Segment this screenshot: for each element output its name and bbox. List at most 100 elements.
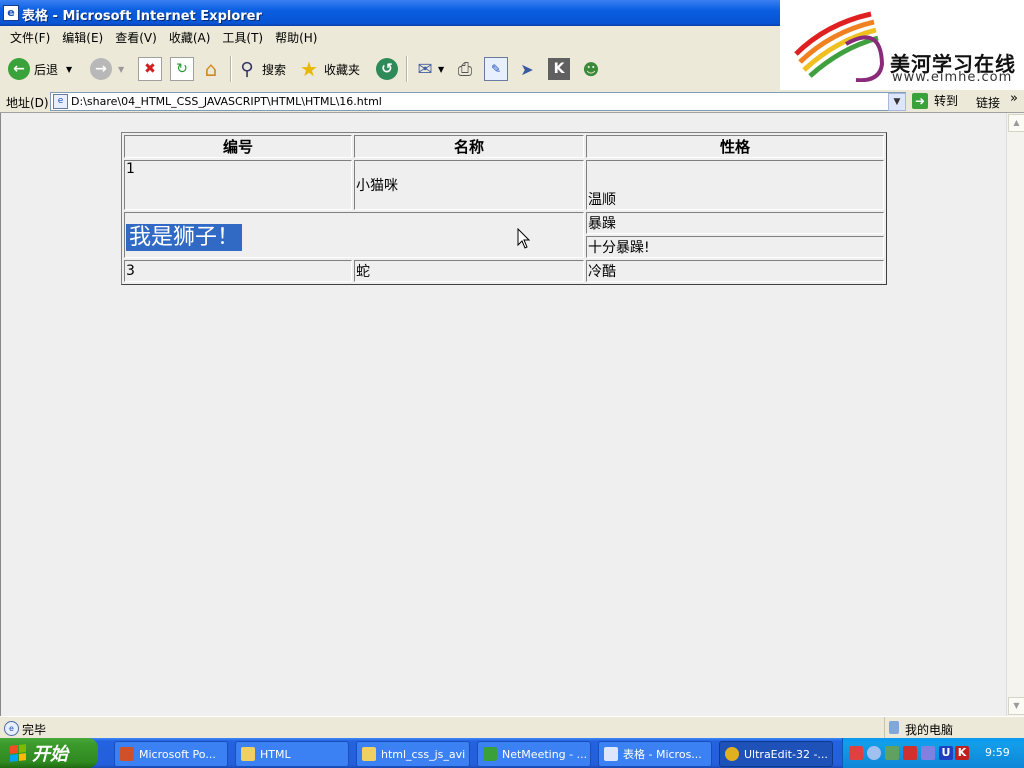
table-header-trait: 性格 xyxy=(586,135,884,158)
zone-label: 我的电脑 xyxy=(905,723,954,737)
system-tray: U K 9:59 xyxy=(842,738,1024,768)
stop-button[interactable]: ✖ xyxy=(138,54,162,84)
site-logo: 美河学习在线 www.eimhe.com xyxy=(780,0,1024,90)
chevron-right-icon[interactable]: » xyxy=(1010,91,1018,106)
mouse-cursor-icon xyxy=(517,228,531,249)
scroll-up-icon[interactable]: ▲ xyxy=(1008,114,1024,132)
research-button[interactable]: K xyxy=(548,54,570,84)
start-label: 开始 xyxy=(32,744,68,765)
address-url: D:\share\04_HTML_CSS_JAVASCRIPT\HTML\HTM… xyxy=(71,95,382,108)
task-label: NetMeeting - ... xyxy=(502,747,588,761)
status-bar: e 完毕 我的电脑 xyxy=(0,716,1024,739)
task-netmeeting[interactable]: NetMeeting - ... xyxy=(477,741,591,767)
tray-back-icon[interactable] xyxy=(867,746,881,760)
task-html-folder[interactable]: HTML xyxy=(235,741,349,767)
edit-button[interactable]: ✎ xyxy=(484,54,508,84)
back-arrow-icon: ← xyxy=(8,58,30,80)
research-icon: K xyxy=(548,58,570,80)
search-button[interactable]: ⚲ 搜索 xyxy=(236,54,286,84)
address-input[interactable]: e D:\share\04_HTML_CSS_JAVASCRIPT\HTML\H… xyxy=(50,92,906,111)
table-cell-trait: 温顺 xyxy=(586,160,884,210)
tray-network-icon[interactable] xyxy=(885,746,899,760)
menu-help[interactable]: 帮助(H) xyxy=(275,29,317,46)
table-cell-name: 蛇 xyxy=(354,260,584,282)
table-cell-merged: 我是狮子！ xyxy=(124,212,584,258)
home-icon: ⌂ xyxy=(204,57,218,81)
mail-dropdown-icon[interactable]: ▼ xyxy=(438,65,444,74)
search-icon: ⚲ xyxy=(240,58,254,80)
stop-icon: ✖ xyxy=(138,57,162,81)
star-icon: ★ xyxy=(300,57,318,81)
table-cell-id: 3 xyxy=(124,260,352,282)
security-zone: 我的电脑 xyxy=(884,717,1024,739)
tray-uk-icon[interactable]: K xyxy=(955,746,969,760)
logo-rays-icon xyxy=(794,11,885,82)
menu-favorites[interactable]: 收藏(A) xyxy=(169,29,211,46)
menu-bar: 文件(F) 编辑(E) 查看(V) 收藏(A) 工具(T) 帮助(H) xyxy=(0,26,780,49)
table-header-id: 编号 xyxy=(124,135,352,158)
task-ie-table[interactable]: 表格 - Micros... xyxy=(598,741,712,767)
discuss-button[interactable]: ➤ xyxy=(516,54,538,84)
menu-edit[interactable]: 编辑(E) xyxy=(62,29,103,46)
page-content: 编号 名称 性格 1 小猫咪 温顺 我是狮子！ 暴躁 十分暴躁! 3 蛇 冷酷 xyxy=(0,113,1007,716)
windows-logo-icon xyxy=(10,744,26,762)
task-powerpoint[interactable]: Microsoft Po... xyxy=(114,741,228,767)
back-button[interactable]: ← 后退 ▼ xyxy=(8,54,72,84)
menu-tools[interactable]: 工具(T) xyxy=(222,29,263,46)
folder-icon xyxy=(241,747,255,761)
window-title: 表格 - Microsoft Internet Explorer xyxy=(22,9,262,24)
address-label: 地址(D) xyxy=(6,96,49,110)
forward-button[interactable]: → ▼ xyxy=(90,54,124,84)
go-button[interactable]: ➜ 转到 xyxy=(912,92,958,109)
task-label: HTML xyxy=(260,747,291,761)
vertical-scrollbar[interactable]: ▲ ▼ xyxy=(1006,113,1024,716)
menu-view[interactable]: 查看(V) xyxy=(115,29,157,46)
mail-icon: ✉ xyxy=(417,58,433,80)
search-label: 搜索 xyxy=(262,62,287,77)
home-button[interactable]: ⌂ xyxy=(200,54,222,84)
tray-input-icon[interactable]: U xyxy=(939,746,953,760)
logo-url: www.eimhe.com xyxy=(892,70,1013,85)
favorites-button[interactable]: ★ 收藏夹 xyxy=(298,54,360,84)
table-cell-trait: 冷酷 xyxy=(586,260,884,282)
go-arrow-icon: ➜ xyxy=(912,92,928,109)
mail-button[interactable]: ✉ ▼ xyxy=(414,54,444,84)
scroll-down-icon[interactable]: ▼ xyxy=(1008,697,1024,715)
table-row: 3 蛇 冷酷 xyxy=(124,260,884,282)
data-table: 编号 名称 性格 1 小猫咪 温顺 我是狮子！ 暴躁 十分暴躁! 3 蛇 冷酷 xyxy=(121,132,887,285)
go-label: 转到 xyxy=(934,94,959,108)
clock: 9:59 xyxy=(985,746,1010,759)
ie-page-icon xyxy=(604,747,618,761)
tray-opera-icon[interactable] xyxy=(903,746,917,760)
toolbar: ← 后退 ▼ → ▼ ✖ ↻ ⌂ ⚲ 搜索 ★ 收藏夹 ↺ ✉ ▼ ⎙ ✎ ➤ … xyxy=(0,48,780,91)
back-dropdown-icon[interactable]: ▼ xyxy=(66,65,72,74)
address-bar: 地址(D) e D:\share\04_HTML_CSS_JAVASCRIPT\… xyxy=(0,90,1024,113)
ultraedit-icon xyxy=(725,747,739,761)
taskbar: 开始 Microsoft Po... HTML html_css_js_avi … xyxy=(0,738,1024,768)
selected-text: 我是狮子！ xyxy=(126,224,243,251)
folder-icon xyxy=(362,747,376,761)
table-row: 我是狮子！ 暴躁 xyxy=(124,212,884,258)
links-button[interactable]: 链接 xyxy=(976,94,1000,111)
refresh-button[interactable]: ↻ xyxy=(170,54,194,84)
address-dropdown-icon[interactable]: ▼ xyxy=(888,93,906,111)
task-label: html_css_js_avi xyxy=(381,747,466,761)
forward-dropdown-icon[interactable]: ▼ xyxy=(118,65,124,74)
menu-file[interactable]: 文件(F) xyxy=(10,29,50,46)
messenger-button[interactable]: ☻ xyxy=(580,54,602,84)
print-button[interactable]: ⎙ xyxy=(454,54,476,84)
status-page-icon: e xyxy=(4,721,19,736)
discuss-icon: ➤ xyxy=(520,59,534,79)
task-ultraedit[interactable]: UltraEdit-32 -... xyxy=(719,741,833,767)
task-label: Microsoft Po... xyxy=(139,747,216,761)
task-html-css-js-folder[interactable]: html_css_js_avi xyxy=(356,741,470,767)
start-button[interactable]: 开始 xyxy=(0,738,98,768)
table-header-name: 名称 xyxy=(354,135,584,158)
task-label: UltraEdit-32 -... xyxy=(744,747,828,761)
favorites-label: 收藏夹 xyxy=(324,62,361,77)
tray-flag-icon[interactable] xyxy=(849,746,863,760)
history-button[interactable]: ↺ xyxy=(376,54,398,84)
status-text: 完毕 xyxy=(22,723,47,737)
ie-icon: e xyxy=(3,5,19,21)
tray-display-icon[interactable] xyxy=(921,746,935,760)
